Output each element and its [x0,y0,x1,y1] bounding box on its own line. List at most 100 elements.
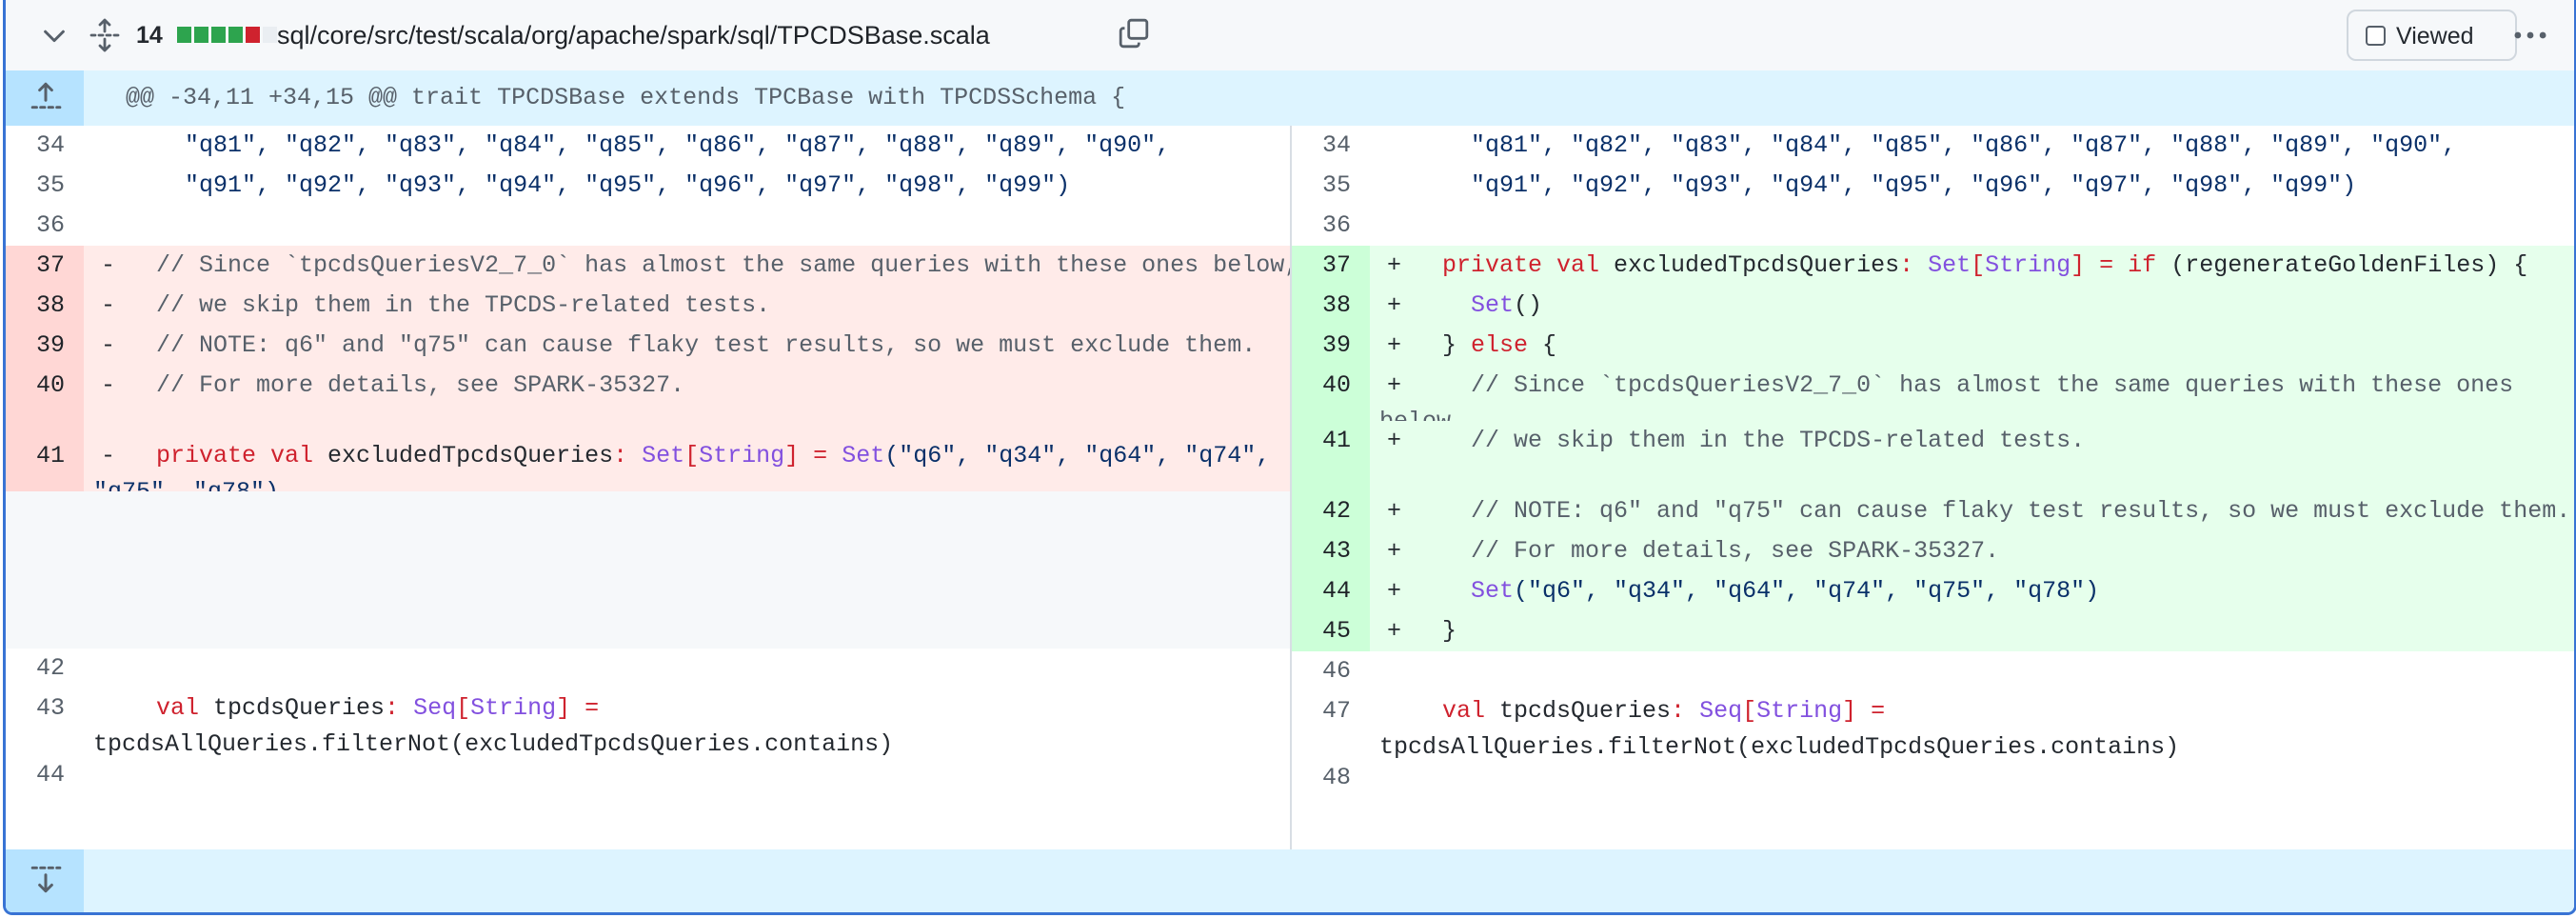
left-line-number[interactable]: 40 [6,366,84,406]
code-token: "q81", "q82", "q83", "q84", "q85", "q86"… [128,131,1171,159]
file-path[interactable]: sql/core/src/test/scala/org/apache/spark… [277,20,990,50]
expand-up-button[interactable] [6,70,84,126]
code-token: Set [642,442,685,469]
left-code-cell [84,491,1290,649]
diffstat-square [211,27,226,43]
right-code-cell: val tpcdsQueries: Seq[String] = tpcdsAllQ… [1370,691,2574,761]
code-token: : [385,694,414,722]
right-line-number[interactable]: 45 [1292,611,1370,651]
added-marker: + [1387,577,1402,605]
right-diff-row: 35 "q91", "q92", "q93", "q94", "q95", "q… [1292,166,2574,206]
right-line-number[interactable]: 39 [1292,326,1370,366]
right-code-cell [1370,206,2574,246]
chevron-down-icon[interactable] [40,21,69,50]
left-code-cell: "q91", "q92", "q93", "q94", "q95", "q96"… [84,166,1290,206]
right-code-line: } [1414,611,1456,651]
expand-all-icon[interactable] [89,18,120,52]
code-token: (regenerateGoldenFiles) { [2170,251,2528,279]
right-code-cell: + // we skip them in the TPCDS-related t… [1370,421,2574,461]
added-marker: + [1387,291,1402,319]
right-code-cell: + // For more details, see SPARK-35327. [1370,531,2574,571]
right-line-number[interactable]: 46 [1292,651,1370,691]
left-line-number[interactable]: 37 [6,246,84,286]
code-token: ] = if [2071,251,2171,279]
left-diff-row: 34 "q81", "q82", "q83", "q84", "q85", "q… [6,126,1290,166]
viewed-toggle[interactable]: Viewed [2347,10,2517,61]
left-line-number[interactable]: 36 [6,206,84,246]
left-diff-row: 35 "q91", "q92", "q93", "q94", "q95", "q… [6,166,1290,206]
right-diff-row: 46 [1292,651,2574,691]
right-diff-row: 43 + // For more details, see SPARK-35327… [1292,531,2574,571]
code-token: tpcdsQueries [1499,697,1672,725]
removed-marker: - [101,251,116,279]
added-marker: + [1387,331,1402,359]
right-line-number[interactable]: 47 [1292,691,1370,758]
right-line-number[interactable]: 43 [1292,531,1370,571]
right-code-cell: + // NOTE: q6" and "q75" can cause flaky… [1370,491,2574,531]
left-line-number[interactable]: 35 [6,166,84,206]
left-line-number [6,406,84,436]
code-token: tpcdsQueries [213,694,386,722]
left-line-number[interactable]: 44 [6,755,84,790]
viewed-checkbox[interactable] [2366,26,2386,46]
right-code-cell [1370,461,2574,491]
right-code-line: // NOTE: q6" and "q75" can cause flaky t… [1414,491,2570,531]
added-marker: + [1387,251,1402,279]
code-token: // we skip them in the TPCDS-related tes… [128,291,771,319]
right-diff-row: 45 + } [1292,611,2574,651]
code-token: } [1414,331,1472,359]
changes-count: 14 [136,22,163,49]
right-line-number[interactable]: 44 [1292,571,1370,611]
code-token: String [699,442,785,469]
left-code-line: private val excludedTpcdsQueries: Set[St… [128,436,1270,476]
left-line-number[interactable]: 39 [6,326,84,366]
left-code-cell: - // For more details, see SPARK-35327. [84,366,1290,406]
right-code-line: val tpcdsQueries: Seq[String] = [1414,691,1885,731]
right-line-number[interactable]: 35 [1292,166,1370,206]
right-line-number[interactable]: 42 [1292,491,1370,531]
right-line-number[interactable]: 41 [1292,421,1370,461]
left-line-number[interactable]: 34 [6,126,84,166]
left-code-cell: - private val excludedTpcdsQueries: Set[… [84,436,1290,506]
code-token: ("q6", "q34", "q64", "q74", "q75", "q78"… [1514,577,2100,605]
right-diff-row: 34 "q81", "q82", "q83", "q84", "q85", "q… [1292,126,2574,166]
copy-icon[interactable] [1118,17,1150,50]
expand-down-button[interactable] [6,849,84,912]
file-diff-card: 14 sql/core/src/test/scala/org/apache/sp… [3,0,2576,915]
right-line-number[interactable]: 38 [1292,286,1370,326]
left-line-number [6,491,84,649]
diffstat-square [177,27,191,43]
left-line-number[interactable]: 41 [6,436,84,491]
code-token: String [470,694,557,722]
left-diff-row: 42 [6,649,1290,688]
diffstat-square [246,27,260,43]
left-diff-row: 43 val tpcdsQueries: Seq[String] = tpcdsA… [6,688,1290,758]
code-token: : [1671,697,1700,725]
code-token: : [613,442,643,469]
right-line-number[interactable]: 34 [1292,126,1370,166]
left-code-line: // Since `tpcdsQueriesV2_7_0` has almost… [128,246,1298,286]
right-code-line: "q91", "q92", "q93", "q94", "q95", "q96"… [1414,166,2356,206]
right-line-number[interactable]: 36 [1292,206,1370,246]
right-code-line: "q81", "q82", "q83", "q84", "q85", "q86"… [1414,126,2456,166]
right-line-number[interactable]: 40 [1292,366,1370,421]
left-code-cell: - // Since `tpcdsQueriesV2_7_0` has almo… [84,246,1298,286]
code-token: else [1471,331,1529,359]
code-token: { [1528,331,1557,359]
kebab-menu-icon[interactable] [2509,21,2551,50]
diffstat-square [194,27,208,43]
hunk-footer [6,849,2574,912]
code-token: Set [1414,291,1515,319]
left-line-number[interactable]: 38 [6,286,84,326]
left-line-number[interactable]: 43 [6,688,84,755]
right-diff-row: 42 + // NOTE: q6" and "q75" can cause fla… [1292,491,2574,531]
left-line-number[interactable]: 42 [6,649,84,688]
code-token: } [1414,617,1457,645]
right-line-number[interactable]: 48 [1292,758,1370,793]
right-line-number[interactable]: 37 [1292,246,1370,286]
right-code-cell: + } else { [1370,326,2574,366]
code-token: [ [1971,251,1986,279]
right-code-cell: + private val excludedTpcdsQueries: Set[… [1370,246,2574,286]
right-code-line: // we skip them in the TPCDS-related tes… [1414,421,2085,461]
code-token: excludedTpcdsQueries [1614,251,1900,279]
